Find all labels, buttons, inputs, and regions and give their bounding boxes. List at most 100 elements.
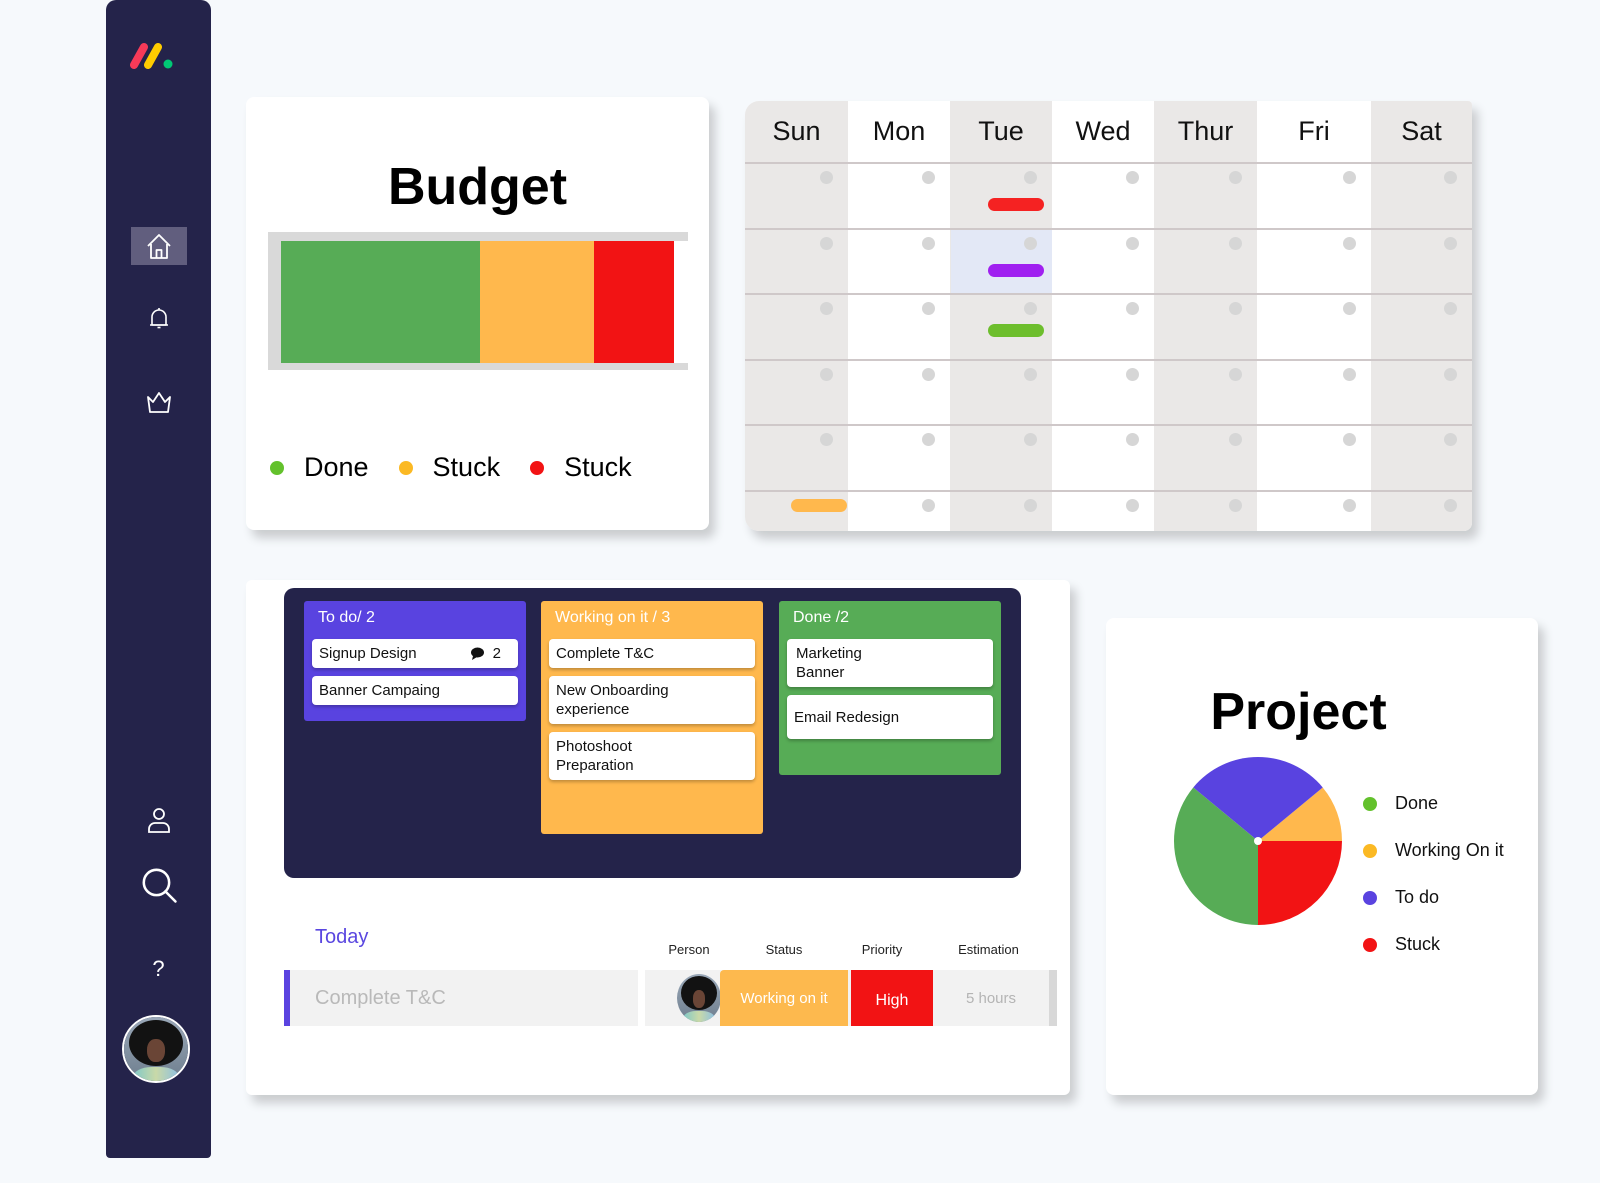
legend-label: Done (304, 452, 369, 482)
calendar-day-dot[interactable] (820, 302, 833, 315)
task-card[interactable]: Complete T&C (549, 639, 755, 668)
item-name[interactable]: Complete T&C (290, 970, 638, 1026)
calendar-day-header: Mon (872, 116, 926, 146)
calendar-day-dot[interactable] (1229, 498, 1242, 512)
budget-segment-1 (480, 241, 595, 363)
calendar-row-divider (1052, 489, 1154, 492)
status-cell[interactable]: Working on it (720, 970, 848, 1026)
user-avatar[interactable] (122, 1015, 190, 1083)
today-group-label[interactable]: Today (315, 926, 368, 949)
calendar-day-dot[interactable] (1126, 236, 1139, 250)
calendar-day-dot[interactable] (1343, 171, 1356, 184)
calendar-day-dot[interactable] (1444, 367, 1457, 381)
calendar-day-column: Fri (1257, 101, 1371, 531)
budget-title: Budget (387, 158, 568, 216)
calendar-row-divider (1371, 162, 1472, 164)
sidebar-item-search[interactable] (131, 864, 187, 906)
calendar-day-dot[interactable] (1229, 302, 1242, 315)
budget-card: Budget Done Stuck Stuck (246, 97, 709, 530)
row-end-cap (1049, 970, 1057, 1026)
calendar-row-divider (1154, 227, 1257, 230)
task-card[interactable]: Marketing Banner (787, 639, 993, 687)
task-card[interactable]: New Onboarding experience (549, 676, 755, 724)
comment-count[interactable]: 2 (470, 644, 501, 663)
calendar-day-dot[interactable] (1126, 433, 1139, 446)
calendar-day-header: Fri (1298, 116, 1330, 146)
calendar-day-column: Wed (1052, 101, 1154, 531)
calendar-day-dot[interactable] (922, 236, 935, 250)
calendar-day-dot[interactable] (1024, 367, 1037, 381)
calendar-day-dot[interactable] (1126, 367, 1139, 381)
calendar-event[interactable] (988, 198, 1044, 211)
sidebar-item-home[interactable] (131, 227, 187, 265)
calendar-row-divider (950, 293, 1052, 295)
calendar-day-dot[interactable] (1126, 498, 1139, 512)
calendar-day-dot[interactable] (1229, 367, 1242, 381)
board-card: To do/ 2 Signup Design 2 Banner Campaing… (246, 580, 1070, 1095)
sidebar-item-upgrade[interactable] (131, 383, 187, 421)
calendar-day-dot[interactable] (1024, 433, 1037, 446)
task-card[interactable]: Email Redesign (787, 695, 993, 739)
monday-logo[interactable] (128, 42, 178, 70)
budget-segment-0 (281, 241, 481, 363)
sidebar-item-profile[interactable] (131, 801, 187, 839)
column-header-priority: Priority (861, 942, 903, 957)
task-card[interactable]: Banner Campaing (312, 676, 518, 705)
calendar-day-dot[interactable] (1444, 302, 1457, 315)
kanban-board: To do/ 2 Signup Design 2 Banner Campaing… (284, 588, 1021, 878)
legend-dot-icon (398, 460, 413, 475)
crown-icon (147, 392, 171, 413)
calendar-day-column: Thur (1154, 101, 1257, 531)
calendar-row-divider (745, 424, 848, 426)
budget-segment-2 (594, 241, 674, 363)
calendar-event[interactable] (791, 498, 847, 512)
priority-cell[interactable]: High (851, 970, 933, 1026)
project-card: Project Done Working On it To do Stuck (1106, 618, 1538, 1095)
calendar-day-dot[interactable] (1229, 433, 1242, 446)
person-avatar[interactable] (677, 974, 721, 1022)
calendar-day-dot[interactable] (922, 367, 935, 381)
calendar-day-dot[interactable] (922, 171, 935, 184)
calendar-day-dot[interactable] (1444, 171, 1457, 184)
calendar-row-divider (848, 358, 950, 361)
calendar-day-dot[interactable] (820, 367, 833, 381)
calendar-row-divider (1371, 293, 1472, 295)
calendar-event[interactable] (988, 263, 1044, 277)
sidebar-item-notifications[interactable] (131, 299, 187, 337)
column-working: Working on it / 3 Complete T&C New Onboa… (541, 601, 763, 834)
calendar-day-dot[interactable] (1126, 302, 1139, 315)
help-button[interactable]: ? (106, 956, 211, 982)
calendar-day-dot[interactable] (1444, 498, 1457, 512)
task-card[interactable]: Signup Design 2 (312, 639, 518, 668)
calendar-day-dot[interactable] (1126, 171, 1139, 184)
calendar-day-dot[interactable] (820, 171, 833, 184)
calendar-event[interactable] (988, 324, 1044, 337)
calendar-day-dot[interactable] (922, 433, 935, 446)
calendar-day-dot[interactable] (1343, 367, 1356, 381)
calendar-day-dot[interactable] (1024, 171, 1037, 184)
calendar-row-divider (1154, 424, 1257, 426)
calendar-day-column: Sat (1371, 101, 1472, 531)
calendar-cell-highlighted[interactable] (951, 229, 1052, 294)
calendar-card: Sun Mon Tue Wed Thur Fri Sat (745, 101, 1472, 531)
legend-item: To do (1363, 874, 1504, 921)
estimation-cell[interactable]: 5 hours (933, 970, 1049, 1026)
calendar-day-dot[interactable] (1024, 236, 1037, 250)
calendar-day-dot[interactable] (1024, 302, 1037, 315)
calendar-day-dot[interactable] (820, 236, 833, 250)
calendar-day-dot[interactable] (922, 498, 935, 512)
calendar-row-divider (848, 293, 950, 295)
calendar-day-dot[interactable] (922, 302, 935, 315)
calendar-day-dot[interactable] (1229, 171, 1242, 184)
calendar-day-dot[interactable] (1229, 236, 1242, 250)
task-card[interactable]: Photoshoot Preparation (549, 732, 755, 780)
calendar-day-dot[interactable] (1343, 433, 1356, 446)
calendar-day-dot[interactable] (1444, 433, 1457, 446)
calendar-day-dot[interactable] (820, 433, 833, 446)
calendar-day-dot[interactable] (1343, 498, 1356, 512)
calendar-day-dot[interactable] (1024, 498, 1037, 512)
calendar-day-dot[interactable] (1343, 236, 1356, 250)
legend-label: Stuck (432, 452, 501, 482)
calendar-day-dot[interactable] (1444, 236, 1457, 250)
calendar-day-dot[interactable] (1343, 302, 1356, 315)
